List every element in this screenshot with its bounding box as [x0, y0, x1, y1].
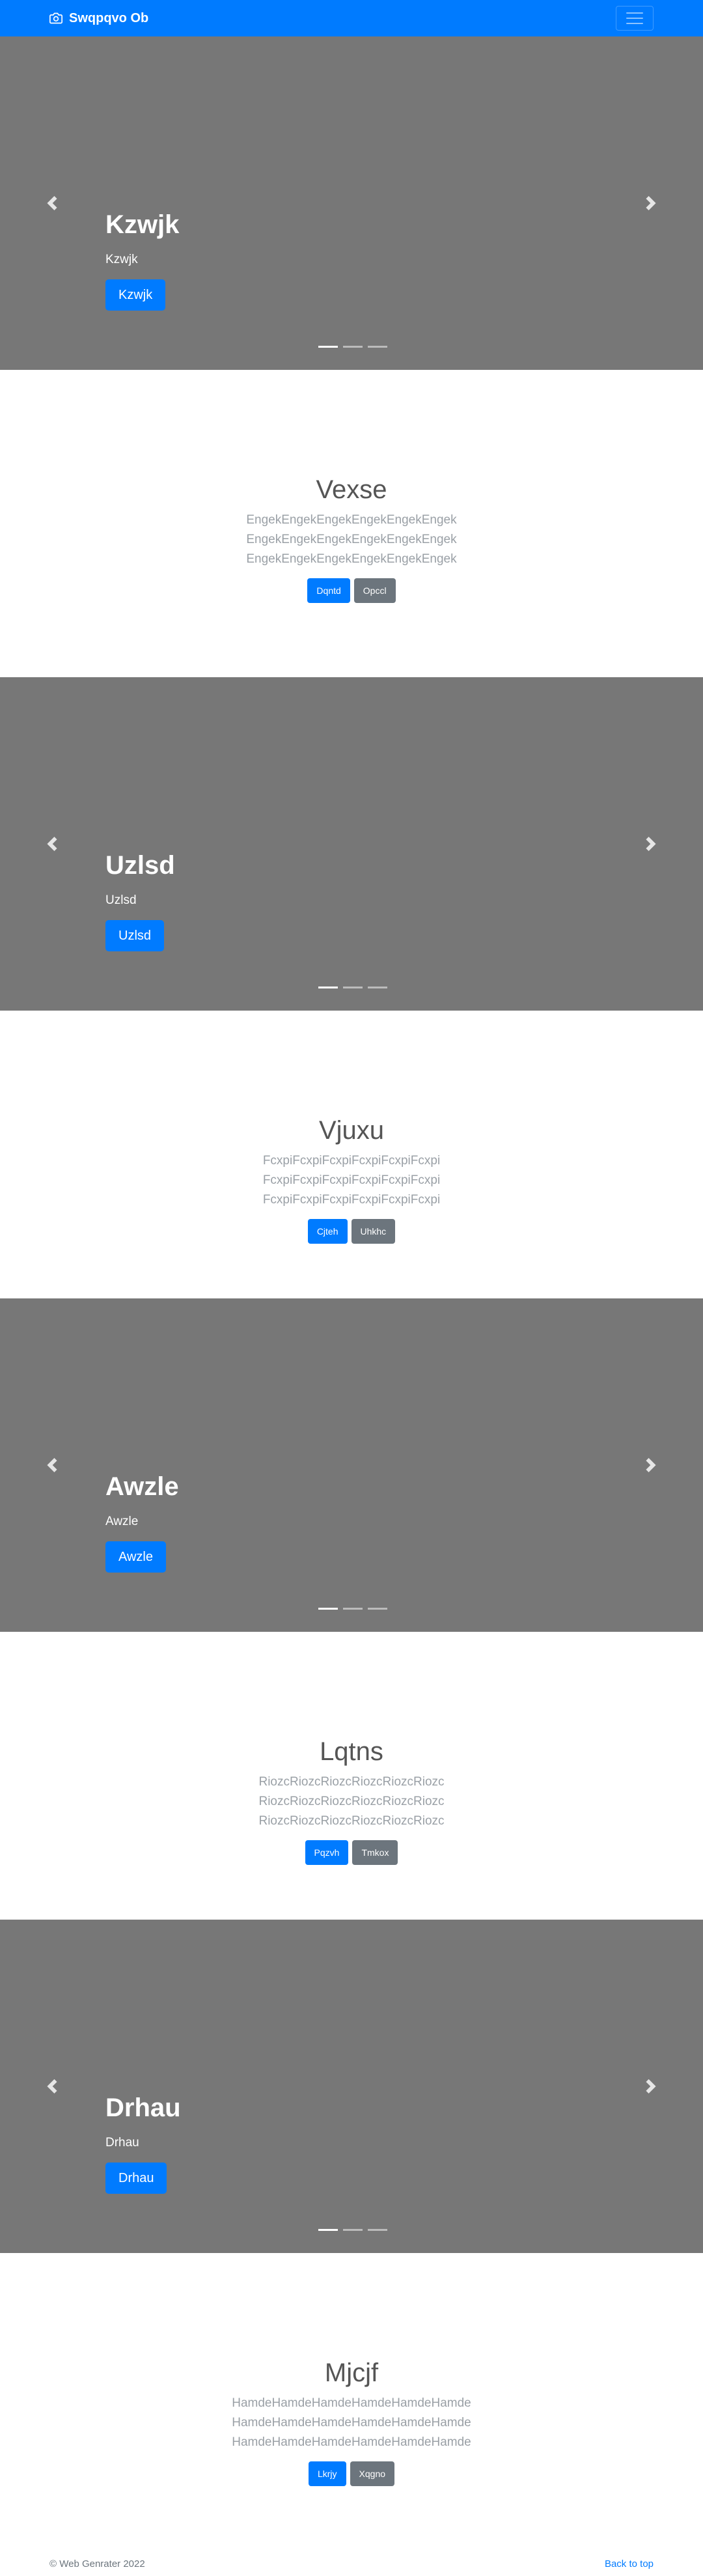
jumbotron-section: Vjuxu FcxpiFcxpiFcxpiFcxpiFcxpiFcxpi Fcx…: [0, 1115, 703, 1244]
carousel-caption: Awzle Awzle Awzle: [105, 1471, 179, 1573]
carousel-indicator[interactable]: [368, 1608, 387, 1610]
secondary-button[interactable]: Uhkhc: [351, 1219, 396, 1244]
section-text: FcxpiFcxpiFcxpiFcxpiFcxpiFcxpi FcxpiFcxp…: [262, 1154, 441, 1207]
chevron-left-icon: [47, 1458, 57, 1472]
chevron-left-icon: [47, 837, 57, 851]
section-heading: Vexse: [316, 475, 387, 504]
brand-link[interactable]: Swqpqvo Ob: [49, 9, 148, 27]
hamburger-icon-bar: [626, 18, 643, 19]
primary-button[interactable]: Cjteh: [307, 1219, 348, 1244]
carousel-title: Uzlsd: [105, 851, 175, 880]
section-text: EngekEngekEngekEngekEngekEngek EngekEnge…: [246, 513, 457, 566]
carousel-caption: Kzwjk Kzwjk Kzwjk: [105, 209, 179, 311]
carousel-prev-button[interactable]: [0, 677, 104, 1011]
carousel-subtitle: Drhau: [105, 2136, 139, 2149]
carousel-indicator[interactable]: [368, 346, 387, 348]
carousel-1: Kzwjk Kzwjk Kzwjk: [0, 36, 703, 370]
carousel-button[interactable]: Awzle: [105, 1541, 166, 1573]
hamburger-icon-bar: [626, 23, 643, 24]
carousel-indicator[interactable]: [318, 1608, 338, 1610]
jumbotron-section: Vexse EngekEngekEngekEngekEngekEngek Eng…: [0, 474, 703, 603]
carousel-button[interactable]: Uzlsd: [105, 920, 165, 951]
primary-button[interactable]: Lkrjy: [308, 2461, 346, 2486]
carousel-2: Uzlsd Uzlsd Uzlsd: [0, 677, 703, 1011]
brand-name: Swqpqvo Ob: [69, 10, 149, 25]
carousel-indicator[interactable]: [343, 346, 363, 348]
carousel-4: Drhau Drhau Drhau: [0, 1920, 703, 2253]
section-heading: Mjcjf: [324, 2359, 379, 2387]
carousel-button[interactable]: Kzwjk: [105, 279, 166, 311]
chevron-left-icon: [47, 2079, 57, 2093]
carousel-indicators: [318, 346, 387, 348]
hamburger-icon-bar: [626, 12, 643, 14]
carousel-caption: Drhau Drhau Drhau: [105, 2092, 181, 2194]
carousel-indicators: [318, 2229, 387, 2231]
carousel-subtitle: Awzle: [105, 1515, 139, 1528]
carousel-subtitle: Kzwjk: [105, 253, 138, 266]
carousel-3: Awzle Awzle Awzle: [0, 1298, 703, 1632]
navbar-toggler[interactable]: [616, 6, 654, 31]
section-text: HamdeHamdeHamdeHamdeHamdeHamde HamdeHamd…: [232, 2396, 471, 2449]
carousel-next-button[interactable]: [599, 677, 703, 1011]
chevron-right-icon: [646, 2079, 656, 2093]
carousel-indicators: [318, 1608, 387, 1610]
carousel-indicator[interactable]: [318, 346, 338, 348]
carousel-prev-button[interactable]: [0, 1298, 104, 1632]
carousel-button[interactable]: Drhau: [105, 2163, 167, 2194]
secondary-button[interactable]: Tmkox: [352, 1840, 398, 1865]
carousel-indicator[interactable]: [368, 987, 387, 988]
primary-button[interactable]: Dqntd: [307, 578, 350, 603]
carousel-title: Kzwjk: [105, 210, 180, 239]
carousel-indicator[interactable]: [343, 987, 363, 988]
carousel-prev-button[interactable]: [0, 1920, 104, 2253]
footer: © Web Genrater 2022 Back to top: [0, 2554, 703, 2576]
carousel-caption: Uzlsd Uzlsd Uzlsd: [105, 850, 175, 951]
chevron-left-icon: [47, 196, 57, 210]
carousel-indicator[interactable]: [343, 1608, 363, 1610]
section-text: RiozcRiozcRiozcRiozcRiozcRiozc RiozcRioz…: [258, 1775, 445, 1828]
carousel-prev-button[interactable]: [0, 36, 104, 370]
navbar: Swqpqvo Ob: [0, 0, 703, 36]
carousel-indicator[interactable]: [318, 2229, 338, 2231]
secondary-button[interactable]: Opccl: [353, 578, 396, 603]
carousel-title: Drhau: [105, 2093, 181, 2122]
secondary-button[interactable]: Xqgno: [350, 2461, 395, 2486]
chevron-right-icon: [646, 1458, 656, 1472]
section-heading: Vjuxu: [318, 1116, 385, 1145]
chevron-right-icon: [646, 196, 656, 210]
carousel-next-button[interactable]: [599, 1920, 703, 2253]
back-to-top-link[interactable]: Back to top: [605, 2558, 654, 2569]
carousel-indicator[interactable]: [368, 2229, 387, 2231]
primary-button[interactable]: Pqzvh: [305, 1840, 349, 1865]
copyright-text: © Web Genrater 2022: [49, 2558, 145, 2569]
jumbotron-section: Mjcjf HamdeHamdeHamdeHamdeHamdeHamde Ham…: [0, 2357, 703, 2486]
carousel-title: Awzle: [105, 1472, 179, 1501]
carousel-next-button[interactable]: [599, 36, 703, 370]
jumbotron-section: Lqtns RiozcRiozcRiozcRiozcRiozcRiozc Rio…: [0, 1736, 703, 1865]
carousel-subtitle: Uzlsd: [105, 893, 137, 907]
section-heading: Lqtns: [320, 1737, 383, 1766]
chevron-right-icon: [646, 837, 656, 851]
carousel-indicator[interactable]: [343, 2229, 363, 2231]
camera-icon: [49, 12, 62, 24]
carousel-indicators: [318, 987, 387, 988]
carousel-indicator[interactable]: [318, 987, 338, 988]
carousel-next-button[interactable]: [599, 1298, 703, 1632]
